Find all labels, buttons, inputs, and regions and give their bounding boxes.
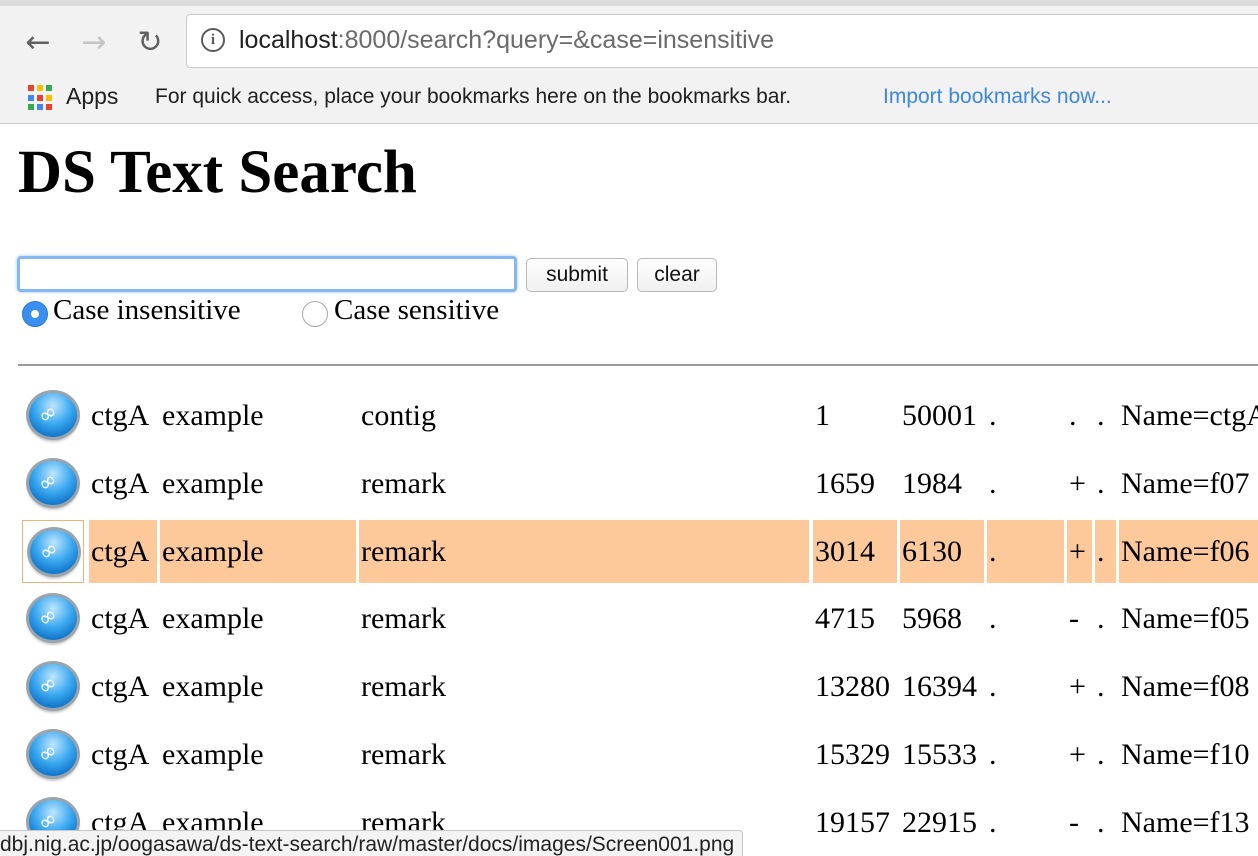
status-url-bubble: dbj.nig.ac.jp/oogasawa/ds-text-search/ra…	[0, 830, 744, 856]
type-cell: remark	[361, 602, 446, 635]
phase-cell: .	[1097, 602, 1105, 635]
end-cell: 16394	[902, 670, 977, 703]
end-cell: 22915	[902, 806, 977, 839]
result-row[interactable]: ∞ ctgA example remark 13280 16394. +. Name=f08	[0, 653, 1258, 720]
end-cell: 50001	[902, 399, 977, 432]
import-bookmarks-link[interactable]: Import bookmarks now...	[883, 85, 1112, 109]
strand-cell: +	[1067, 520, 1092, 583]
address-bar[interactable]: i localhost:8000/search?query=&case=inse…	[186, 14, 1258, 68]
phase-cell: .	[1097, 738, 1105, 771]
url-path: :8000/search?query=&case=insensitive	[337, 26, 775, 54]
seqid-cell: ctgA	[89, 520, 157, 583]
attributes-cell: Name=f07	[1121, 467, 1250, 500]
seqid-cell: ctgA	[91, 670, 150, 703]
search-input[interactable]	[17, 256, 517, 292]
strand-cell: .	[1069, 399, 1077, 432]
end-cell: 5968	[902, 602, 962, 635]
type-cell: remark	[359, 520, 809, 583]
phase-cell: .	[1097, 670, 1105, 703]
link-icon[interactable]: ∞	[22, 587, 84, 650]
source-cell: example	[162, 738, 264, 771]
source-cell: example	[160, 520, 356, 583]
link-icon[interactable]: ∞	[22, 520, 84, 583]
result-row[interactable]: ∞ ctgA example contig 1 50001... Name=ctgA	[0, 382, 1258, 449]
source-cell: example	[162, 467, 264, 500]
score-cell: .	[987, 520, 1064, 583]
start-cell: 13280	[815, 670, 890, 703]
end-cell: 15533	[902, 738, 977, 771]
result-row[interactable]: ∞ ctgA example remark 1659 1984. +. Name=f07	[0, 450, 1258, 517]
source-cell: example	[162, 399, 264, 432]
start-cell: 19157	[815, 806, 890, 839]
seqid-cell: ctgA	[91, 602, 150, 635]
case-sensitive-label[interactable]: Case sensitive	[334, 294, 499, 327]
tab-strip	[0, 0, 1258, 6]
start-cell: 15329	[815, 738, 890, 771]
start-cell: 1659	[815, 467, 875, 500]
back-arrow-icon[interactable]: ←	[18, 22, 58, 62]
score-cell: .	[989, 399, 997, 432]
attributes-cell: Name=f06	[1119, 520, 1258, 583]
end-cell: 1984	[902, 467, 962, 500]
seqid-cell: ctgA	[91, 738, 150, 771]
apps-label[interactable]: Apps	[66, 83, 118, 110]
strand-cell: +	[1069, 467, 1086, 500]
phase-cell: .	[1097, 399, 1105, 432]
start-cell: 4715	[815, 602, 875, 635]
start-cell: 1	[815, 399, 830, 432]
forward-arrow-icon[interactable]: →	[74, 22, 114, 62]
attributes-cell: Name=ctgA	[1121, 399, 1258, 432]
end-cell: 6130	[900, 520, 984, 583]
score-cell: .	[989, 602, 997, 635]
result-row[interactable]: ∞ ctgA example remark 4715 5968. -. Name=f05	[0, 585, 1258, 652]
source-cell: example	[162, 670, 264, 703]
attributes-cell: Name=f10	[1121, 738, 1250, 771]
bookmarks-hint: For quick access, place your bookmarks h…	[155, 85, 792, 108]
bookmarks-bar: Apps For quick access, place your bookma…	[0, 78, 1258, 124]
strand-cell: -	[1069, 806, 1079, 839]
attributes-cell: Name=f05	[1121, 602, 1250, 635]
strand-cell: +	[1069, 738, 1086, 771]
submit-button[interactable]: submit	[526, 258, 628, 292]
seqid-cell: ctgA	[91, 399, 150, 432]
link-icon[interactable]: ∞	[22, 452, 84, 515]
apps-grid-icon[interactable]	[28, 85, 54, 111]
strand-cell: +	[1069, 670, 1086, 703]
source-cell: example	[162, 602, 264, 635]
case-sensitive-radio[interactable]	[302, 301, 328, 327]
case-insensitive-radio[interactable]	[22, 301, 48, 327]
phase-cell: .	[1097, 467, 1105, 500]
divider	[18, 364, 1258, 366]
link-icon[interactable]: ∞	[22, 723, 84, 786]
type-cell: remark	[361, 670, 446, 703]
attributes-cell: Name=f08	[1121, 670, 1250, 703]
link-icon[interactable]: ∞	[22, 384, 84, 447]
phase-cell: .	[1095, 520, 1116, 583]
page-content: DS Text Search submit clear Case insensi…	[0, 124, 1258, 856]
score-cell: .	[989, 467, 997, 500]
link-icon[interactable]: ∞	[22, 655, 84, 718]
score-cell: .	[989, 670, 997, 703]
type-cell: remark	[361, 467, 446, 500]
result-row[interactable]: ∞ ctgA example remark 15329 15533. +. Name=f10	[0, 721, 1258, 788]
url-host: localhost	[239, 26, 338, 54]
reload-icon[interactable]: ↻	[130, 22, 170, 62]
phase-cell: .	[1097, 806, 1105, 839]
page-title: DS Text Search	[18, 139, 417, 206]
start-cell: 3014	[813, 520, 897, 583]
score-cell: .	[989, 806, 997, 839]
score-cell: .	[989, 738, 997, 771]
browser-toolbar: ← → ↻ i localhost:8000/search?query=&cas…	[0, 0, 1258, 78]
result-row[interactable]: ∞ ctgA example remark 3014 6130. +. Name=f06	[0, 518, 1258, 585]
attributes-cell: Name=f13	[1121, 806, 1250, 839]
strand-cell: -	[1069, 602, 1079, 635]
seqid-cell: ctgA	[91, 467, 150, 500]
type-cell: remark	[361, 738, 446, 771]
url-text[interactable]: localhost:8000/search?query=&case=insens…	[239, 26, 774, 55]
clear-button[interactable]: clear	[637, 258, 717, 292]
type-cell: contig	[361, 399, 436, 432]
case-insensitive-label[interactable]: Case insensitive	[53, 294, 241, 327]
info-icon[interactable]: i	[201, 28, 225, 52]
